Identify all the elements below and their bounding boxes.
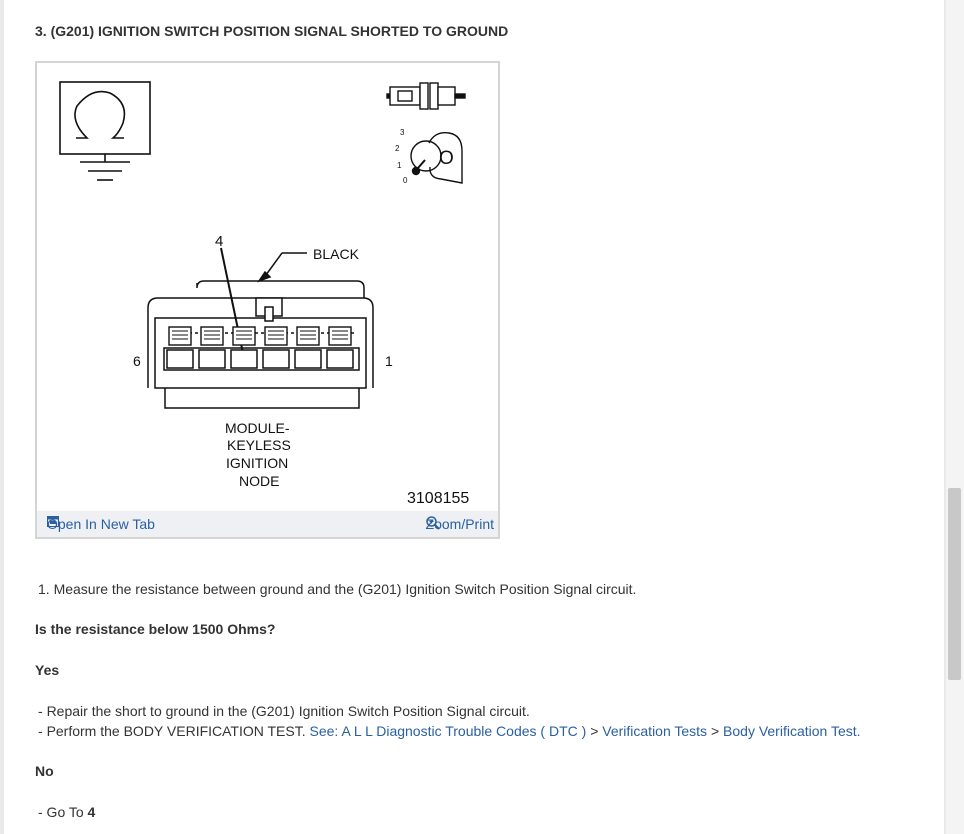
scrollbar-thumb[interactable] (948, 488, 961, 680)
repair-text: Repair the short to ground in the (G201)… (46, 703, 530, 719)
figure-toolbar: Open In New Tab Zoom/Print (37, 511, 498, 537)
pin-pointer-label: 4 (215, 233, 224, 250)
figure-id: 3108155 (407, 490, 470, 507)
ohmmeter-icon (59, 81, 151, 181)
open-new-tab-label: Open In New Tab (47, 516, 155, 532)
question: Is the resistance below 1500 Ohms? (35, 621, 276, 637)
yes-label: Yes (35, 662, 60, 678)
module-label-line4: NODE (239, 473, 280, 489)
no-label: No (35, 763, 54, 779)
open-new-tab-link[interactable]: Open In New Tab (47, 516, 155, 532)
dtc-link[interactable]: A L L Diagnostic Trouble Codes ( DTC ) (341, 723, 586, 739)
black-label: BLACK (313, 246, 359, 262)
scrollbar-track[interactable] (946, 0, 964, 834)
verification-text: Perform the BODY VERIFICATION TEST. (46, 723, 306, 739)
pin-1-label: 1 (385, 353, 393, 369)
zoom-icon (425, 516, 440, 530)
breadcrumb-separator: > (590, 723, 599, 739)
goto-text: - Go To (38, 804, 84, 820)
open-tab-icon (47, 516, 59, 527)
body-verification-test-link[interactable]: Body Verification Test. (723, 723, 860, 739)
wiring-figure: 4 BLACK 6 1 MODULE- KEYLESS IGNITION NOD… (35, 61, 500, 539)
no-item: - Go To 4 (38, 804, 95, 820)
key-letter: O (439, 148, 454, 169)
breadcrumb-separator: > (710, 723, 720, 739)
key-pos-0: 0 (403, 176, 408, 185)
bullet: - (38, 703, 43, 719)
module-label-line2: KEYLESS (227, 437, 291, 453)
pin-6-label: 6 (133, 353, 141, 369)
module-label-line1: MODULE- (225, 420, 290, 436)
verification-tests-link[interactable]: Verification Tests (602, 723, 707, 739)
yes-item-repair: - Repair the short to ground in the (G20… (38, 703, 530, 719)
key-pos-3: 3 (400, 128, 405, 137)
step-heading: 3. (G201) IGNITION SWITCH POSITION SIGNA… (35, 23, 509, 39)
black-leader-line (257, 252, 307, 283)
measurement-step: 1. Measure the resistance between ground… (38, 581, 637, 597)
yes-item-verification: - Perform the BODY VERIFICATION TEST. Se… (38, 723, 861, 739)
module-label-line3: IGNITION (226, 455, 289, 471)
key-pos-1: 1 (397, 161, 402, 170)
bullet: - (38, 723, 43, 739)
key-pos-2: 2 (395, 144, 400, 153)
see-prefix: See: (309, 723, 339, 739)
goto-step-4-link[interactable]: 4 (88, 804, 96, 820)
zoom-print-link[interactable]: Zoom/Print (426, 516, 494, 532)
